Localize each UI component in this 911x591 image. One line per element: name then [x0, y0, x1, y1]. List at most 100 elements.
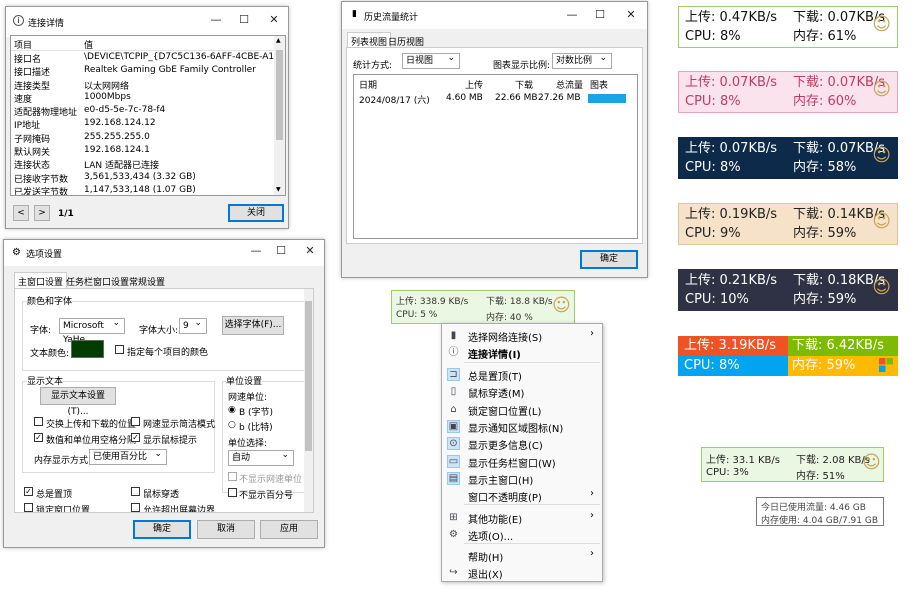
table-row[interactable]: 连接类型 以太网网络 — [11, 78, 285, 92]
table-row[interactable]: 接口描述 Realtek Gaming GbE Family Controller — [11, 64, 285, 78]
table-row[interactable]: 已接收字节数 3,561,533,434 (3.32 GB) — [11, 171, 285, 185]
unit-byte-radio[interactable]: ◉ — [228, 405, 236, 415]
mem-mode-select[interactable]: 已使用百分比 — [89, 447, 167, 465]
row-key: IP地址 — [14, 121, 41, 132]
menu-item[interactable]: 窗口不透明度(P) › — [442, 487, 602, 504]
table-row[interactable]: 速度 1000Mbps — [11, 91, 285, 105]
no-unit-checkbox[interactable] — [228, 472, 237, 481]
choose-font-button[interactable]: 选择字体(F)... — [222, 316, 284, 335]
ok-button[interactable]: 确定 — [580, 250, 638, 269]
column-header-item[interactable]: 项目 — [14, 38, 32, 51]
column-header-total[interactable]: 总流量 — [556, 78, 583, 91]
skin-tile[interactable]: 上传: 0.19KB/s 下载: 0.14KB/s CPU: 9% 内存: 59% ☺ — [678, 203, 898, 245]
menu-item[interactable]: ⌂ 锁定窗口位置(L) — [442, 401, 602, 418]
scrollbar-thumb[interactable] — [276, 50, 283, 140]
font-size-field[interactable]: 9 — [179, 316, 207, 334]
lock-pos-checkbox[interactable] — [24, 503, 33, 512]
column-header-chart[interactable]: 图表 — [590, 78, 608, 91]
mini-widget[interactable]: 上传: 338.9 KB/s 下载: 18.8 KB/s CPU: 5 % 内存… — [391, 290, 575, 324]
minimize-button[interactable]: — — [562, 7, 582, 23]
mouse-through-checkbox[interactable] — [131, 487, 140, 496]
always-top-checkbox[interactable]: ✓ — [24, 487, 33, 496]
skin-tile[interactable]: 上传: 0.07KB/s 下载: 0.07KB/s CPU: 8% 内存: 58% ☺ — [678, 137, 898, 179]
skin-tile[interactable]: 上传: 0.21KB/s 下载: 0.18KB/s CPU: 10% 内存: 59% ☺ — [678, 269, 898, 311]
grid-icon: ⊞ — [449, 512, 458, 523]
text-color-swatch[interactable] — [71, 340, 104, 358]
allow-exceed-checkbox[interactable] — [131, 503, 140, 512]
menu-item[interactable]: ⚙ 选项(O)... — [442, 526, 602, 543]
menu-item[interactable]: ⊐ 总是置顶(T) — [442, 366, 602, 383]
close-button[interactable]: ✕ — [621, 7, 641, 23]
menu-item[interactable]: ⊙ 显示更多信息(C) — [442, 435, 602, 452]
space-unit-label: 数值和单位用空格分隔 — [46, 436, 137, 446]
display-text-settings-button[interactable]: 显示文本设置(T)... — [40, 387, 116, 417]
method-select[interactable]: 日视图 — [402, 51, 460, 69]
maximize-button[interactable]: ☐ — [234, 12, 254, 28]
minimize-button[interactable]: — — [246, 243, 266, 259]
table-row[interactable]: 已发送字节数 1,147,533,148 (1.07 GB) — [11, 184, 285, 195]
skin-tile[interactable]: 上传: 0.07KB/s 下载: 0.07KB/s CPU: 8% 内存: 60% ☺ — [678, 71, 898, 113]
scroll-down-arrow[interactable]: ▼ — [276, 186, 281, 193]
table-row[interactable]: 适配器物理地址 e0-d5-5e-7c-78-f4 — [11, 104, 285, 118]
close-dialog-button[interactable]: 关闭 — [228, 204, 284, 222]
maximize-button[interactable]: ☐ — [271, 243, 291, 259]
specify-each-checkbox[interactable] — [115, 345, 124, 354]
window-title: 连接详情 — [28, 19, 65, 29]
next-page-button[interactable]: > — [34, 205, 50, 221]
minimize-button[interactable]: — — [206, 12, 226, 28]
chart-icon: ▮ — [352, 9, 357, 19]
color-tile-cell-upload: 上传: 3.19KB/s — [678, 336, 788, 356]
show-mouse-tip-checkbox[interactable]: ✓ — [131, 433, 140, 442]
skin-tile[interactable]: 上传: 0.47KB/s 下载: 0.07KB/s CPU: 8% 内存: 61% ☺ — [678, 6, 898, 48]
table-row[interactable]: 2024/08/17 (六) 4.60 MB 22.66 MB 27.26 MB — [354, 92, 637, 106]
menu-item[interactable]: ▤ 显示主窗口(H) — [442, 470, 602, 487]
menu-item[interactable]: ▭ 显示任务栏窗口(W) — [442, 453, 602, 470]
column-header-upload[interactable]: 上传 — [465, 78, 483, 91]
table-row[interactable]: IP地址 192.168.124.12 — [11, 117, 285, 132]
scrollbar[interactable]: ▲ ▼ — [274, 36, 285, 195]
font-field[interactable]: Microsoft YaHe — [59, 316, 125, 345]
close-button[interactable]: ✕ — [264, 12, 284, 28]
small-tile[interactable]: 上传: 33.1 KB/s 下载: 2.08 KB/s CPU: 3% 内存: … — [701, 447, 884, 482]
space-unit-checkbox[interactable]: ✓ — [34, 433, 43, 442]
column-header-date[interactable]: 日期 — [359, 78, 377, 91]
menu-item[interactable]: ⓘ 连接详情(I) — [442, 344, 602, 361]
scale-select[interactable]: 对数比例 — [552, 51, 612, 69]
tab-general[interactable]: 常规设置 — [129, 275, 165, 288]
menu-item[interactable]: 帮助(H) › — [442, 547, 602, 564]
unit-bit-radio[interactable]: ○ — [228, 420, 236, 430]
maximize-button[interactable]: ☐ — [590, 7, 610, 23]
scrollbar-thumb[interactable] — [305, 301, 312, 451]
menu-item[interactable]: ▮ 选择网络连接(S) › — [442, 327, 602, 344]
menu-item[interactable]: ↪ 退出(X) — [442, 564, 602, 581]
table-row[interactable]: 接口名 \DEVICE\TCPIP_{D7C5C136-6AFF-4CBE-A10… — [11, 51, 285, 65]
net-unit-label: 网速单位: — [228, 393, 268, 403]
menu-item[interactable]: ⊞ 其他功能(E) › — [442, 509, 602, 526]
mini-download: 下载: 18.8 KB/s — [486, 297, 553, 307]
tile-memory: 内存: 61% — [793, 29, 857, 44]
apply-button[interactable]: 应用 — [260, 520, 318, 539]
menu-item[interactable]: ▣ 显示通知区域图标(N) — [442, 418, 602, 435]
no-percent-checkbox[interactable] — [228, 488, 237, 497]
swap-updown-checkbox[interactable] — [34, 417, 43, 426]
close-button[interactable]: ✕ — [300, 243, 320, 259]
ok-button[interactable]: 确定 — [133, 520, 191, 539]
unit-choose-select[interactable]: 自动 — [228, 448, 294, 466]
windows-logo-icon — [879, 358, 893, 372]
menu-separator — [464, 362, 600, 363]
menu-item[interactable]: ▯ 鼠标穿透(M) — [442, 383, 602, 400]
no-percent-label: 不显示百分号 — [239, 491, 294, 501]
table-row[interactable]: 连接状态 LAN 适配器已连接 — [11, 157, 285, 171]
scroll-up-arrow[interactable]: ▲ — [276, 37, 281, 44]
panel-scrollbar[interactable] — [304, 289, 313, 512]
speed-short-checkbox[interactable] — [131, 417, 140, 426]
table-row[interactable]: 默认网关 192.168.124.1 — [11, 144, 285, 158]
tab-taskbar-window[interactable]: 任务栏窗口设置 — [66, 275, 129, 288]
table-row[interactable]: 子网掩码 255.255.255.0 — [11, 131, 285, 145]
cancel-button[interactable]: 取消 — [197, 520, 255, 539]
column-header-download[interactable]: 下载 — [515, 78, 533, 91]
prev-page-button[interactable]: < — [13, 205, 29, 221]
menu-separator — [464, 543, 600, 544]
column-header-value[interactable]: 值 — [84, 38, 93, 51]
color-tile[interactable]: 上传: 3.19KB/s 下载: 6.42KB/s CPU: 8% 内存: 59… — [678, 336, 898, 376]
